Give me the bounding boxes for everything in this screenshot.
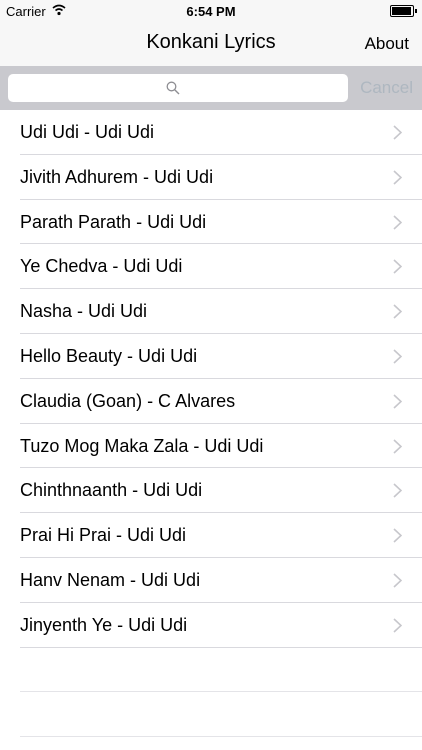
- chevron-right-icon: [393, 349, 402, 364]
- song-title: Hello Beauty - Udi Udi: [20, 345, 198, 366]
- chevron-right-icon: [393, 483, 402, 498]
- chevron-right-icon: [393, 125, 402, 140]
- song-title: Jinyenth Ye - Udi Udi: [20, 614, 188, 635]
- list-item[interactable]: Hanv Nenam - Udi Udi: [20, 558, 422, 603]
- song-title: Hanv Nenam - Udi Udi: [20, 569, 201, 590]
- song-title: Chinthnaanth - Udi Udi: [20, 480, 203, 501]
- list-item[interactable]: Tuzo Mog Maka Zala - Udi Udi: [20, 424, 422, 469]
- song-title: Jivith Adhurem - Udi Udi: [20, 166, 214, 187]
- song-title: Tuzo Mog Maka Zala - Udi Udi: [20, 435, 264, 456]
- song-title: Parath Parath - Udi Udi: [20, 211, 207, 232]
- list-item[interactable]: Prai Hi Prai - Udi Udi: [20, 513, 422, 558]
- song-title: Prai Hi Prai - Udi Udi: [20, 525, 187, 546]
- search-bar: Cancel: [0, 66, 422, 110]
- chevron-right-icon: [393, 438, 402, 454]
- list-item[interactable]: Hello Beauty - Udi Udi: [20, 334, 422, 379]
- song-title: Ye Chedva - Udi Udi: [20, 256, 183, 277]
- chevron-right-icon: [393, 215, 402, 230]
- song-title: Udi Udi - Udi Udi: [20, 122, 155, 142]
- chevron-right-icon: [393, 304, 402, 319]
- chevron-right-icon: [393, 573, 402, 588]
- search-field[interactable]: [8, 74, 348, 102]
- list-item[interactable]: Jivith Adhurem - Udi Udi: [20, 155, 422, 200]
- chevron-right-icon: [393, 259, 402, 274]
- list-item[interactable]: Nasha - Udi Udi: [20, 289, 422, 334]
- chevron-right-icon: [393, 170, 402, 185]
- clock: 6:54 PM: [186, 4, 236, 19]
- chevron-right-icon: [393, 394, 402, 409]
- list-item[interactable]: Jinyenth Ye - Udi Udi: [20, 603, 422, 648]
- list-item[interactable]: Ye Chedva - Udi Udi: [20, 244, 422, 290]
- status-bar: Carrier 6:54 PM: [0, 0, 422, 22]
- navigation-bar: Konkani Lyrics About: [0, 22, 422, 66]
- chevron-right-icon: [393, 618, 402, 633]
- list-item[interactable]: Parath Parath - Udi Udi: [20, 200, 422, 245]
- battery-icon: [390, 5, 417, 17]
- list-item[interactable]: Claudia (Goan) - C Alvares: [20, 379, 422, 424]
- empty-row: [20, 648, 422, 693]
- chevron-right-icon: [393, 528, 402, 543]
- page-title: Konkani Lyrics: [146, 31, 276, 53]
- list-item[interactable]: Udi Udi - Udi Udi: [20, 110, 422, 155]
- list-item[interactable]: Chinthnaanth - Udi Udi: [20, 468, 422, 514]
- song-title: Nasha - Udi Udi: [20, 301, 148, 322]
- song-list: Udi Udi - Udi Udi Jivith Adhurem - Udi U…: [0, 110, 422, 738]
- song-title: Claudia (Goan) - C Alvares: [20, 390, 236, 411]
- about-button[interactable]: About: [365, 34, 409, 54]
- search-input[interactable]: [8, 74, 348, 102]
- empty-row: [20, 692, 422, 738]
- cancel-button[interactable]: Cancel: [360, 78, 413, 98]
